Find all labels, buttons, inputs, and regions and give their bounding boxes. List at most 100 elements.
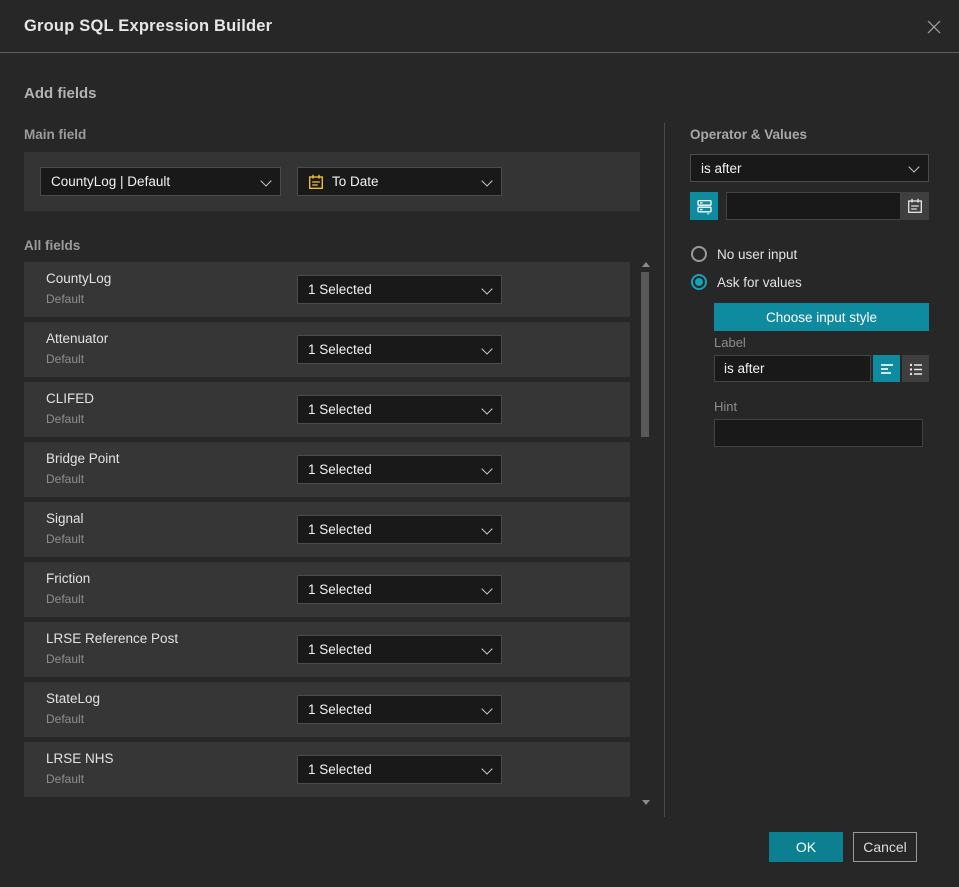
main-field-label: Main field: [24, 127, 87, 142]
field-selected-dropdown-label: 1 Selected: [308, 702, 372, 717]
chevron-down-icon: [481, 582, 493, 595]
chevron-down-icon: [481, 402, 493, 415]
list-value-style-button[interactable]: [902, 355, 929, 382]
operator-dropdown[interactable]: is after: [690, 154, 929, 182]
field-sub: Default: [46, 592, 85, 606]
field-selected-dropdown-label: 1 Selected: [308, 342, 372, 357]
field-sub: Default: [46, 472, 85, 486]
scroll-down-icon[interactable]: [642, 800, 650, 805]
radio-unselected-icon: [691, 246, 707, 262]
cancel-button[interactable]: Cancel: [853, 832, 917, 862]
field-selected-dropdown[interactable]: 1 Selected: [297, 635, 502, 664]
field-row: Attenuator Default 1 Selected: [24, 322, 630, 377]
dialog-header: Group SQL Expression Builder: [0, 0, 959, 53]
chevron-down-icon: [481, 462, 493, 475]
field-sub: Default: [46, 532, 85, 546]
close-icon: [927, 20, 941, 34]
field-selected-dropdown[interactable]: 1 Selected: [297, 395, 502, 424]
main-field-dropdown[interactable]: CountyLog | Default: [40, 167, 281, 196]
radio-selected-icon: [691, 274, 707, 290]
value-type-toggle-button[interactable]: [690, 192, 718, 220]
chevron-down-icon: [481, 522, 493, 535]
field-type-dropdown-value: To Date: [332, 174, 379, 189]
field-selected-dropdown[interactable]: 1 Selected: [297, 455, 502, 484]
group-sql-expression-builder-dialog: Group SQL Expression Builder Add fields …: [0, 0, 959, 887]
field-selected-dropdown[interactable]: 1 Selected: [297, 755, 502, 784]
hint-field-label: Hint: [714, 399, 738, 414]
field-row: Bridge Point Default 1 Selected: [24, 442, 630, 497]
date-picker-button[interactable]: [901, 192, 929, 220]
calendar-icon: [309, 174, 324, 189]
chevron-down-icon: [481, 282, 493, 295]
operator-values-heading: Operator & Values: [690, 127, 808, 142]
hint-input[interactable]: [714, 419, 923, 447]
panel-divider: [664, 123, 665, 817]
cancel-button-label: Cancel: [863, 839, 907, 855]
scroll-up-icon[interactable]: [642, 262, 650, 267]
field-row: LRSE Reference Post Default 1 Selected: [24, 622, 630, 677]
field-row: Friction Default 1 Selected: [24, 562, 630, 617]
field-name: LRSE NHS: [46, 751, 114, 766]
field-row: StateLog Default 1 Selected: [24, 682, 630, 737]
field-selected-dropdown[interactable]: 1 Selected: [297, 275, 502, 304]
chevron-down-icon: [481, 702, 493, 715]
field-selected-dropdown[interactable]: 1 Selected: [297, 575, 502, 604]
radio-no-user-input[interactable]: No user input: [691, 246, 797, 262]
field-selected-dropdown-label: 1 Selected: [308, 762, 372, 777]
chevron-down-icon: [481, 342, 493, 355]
field-selected-dropdown-label: 1 Selected: [308, 402, 372, 417]
bulleted-list-icon: [909, 363, 922, 375]
field-selected-dropdown[interactable]: 1 Selected: [297, 695, 502, 724]
main-field-dropdown-value: CountyLog | Default: [51, 174, 171, 189]
value-input[interactable]: [726, 192, 901, 220]
field-row: Signal Default 1 Selected: [24, 502, 630, 557]
field-selected-dropdown-label: 1 Selected: [308, 522, 372, 537]
field-selected-dropdown-label: 1 Selected: [308, 462, 372, 477]
field-name: Attenuator: [46, 331, 109, 346]
field-name: Signal: [46, 511, 84, 526]
all-fields-label: All fields: [24, 238, 81, 253]
field-name: CLIFED: [46, 391, 95, 406]
dialog-title: Group SQL Expression Builder: [24, 17, 273, 35]
label-field-label: Label: [714, 335, 746, 350]
main-field-panel: CountyLog | Default To Date: [24, 152, 640, 211]
scrollbar-thumb[interactable]: [641, 272, 649, 437]
field-name: Friction: [46, 571, 91, 586]
operator-dropdown-value: is after: [701, 160, 742, 176]
field-sub: Default: [46, 352, 85, 366]
field-row: CountyLog Default 1 Selected: [24, 262, 630, 317]
calendar-icon: [908, 198, 922, 213]
radio-ask-for-values-label: Ask for values: [717, 274, 802, 290]
value-list-stack-icon: [696, 199, 712, 215]
choose-input-style-label: Choose input style: [765, 309, 878, 325]
field-sub: Default: [46, 712, 85, 726]
chevron-down-icon: [260, 174, 272, 187]
field-selected-dropdown-label: 1 Selected: [308, 582, 372, 597]
field-row: CLIFED Default 1 Selected: [24, 382, 630, 437]
radio-ask-for-values[interactable]: Ask for values: [691, 274, 802, 290]
label-input[interactable]: [714, 355, 871, 382]
field-selected-dropdown-label: 1 Selected: [308, 282, 372, 297]
field-selected-dropdown[interactable]: 1 Selected: [297, 335, 502, 364]
field-sub: Default: [46, 292, 85, 306]
field-sub: Default: [46, 412, 85, 426]
chevron-down-icon: [481, 642, 493, 655]
choose-input-style-button[interactable]: Choose input style: [714, 303, 929, 331]
align-left-lines-icon: [880, 363, 893, 374]
chevron-down-icon: [908, 161, 920, 173]
ok-button[interactable]: OK: [769, 832, 843, 862]
field-sub: Default: [46, 652, 85, 666]
ok-button-label: OK: [795, 839, 817, 855]
single-value-style-button[interactable]: [873, 355, 900, 382]
radio-no-user-input-label: No user input: [717, 246, 798, 262]
field-row: LRSE NHS Default 1 Selected: [24, 742, 630, 797]
add-fields-heading: Add fields: [24, 85, 97, 102]
field-name: Bridge Point: [46, 451, 120, 466]
field-selected-dropdown[interactable]: 1 Selected: [297, 515, 502, 544]
chevron-down-icon: [481, 762, 493, 775]
list-scrollbar[interactable]: [639, 260, 651, 807]
field-name: StateLog: [46, 691, 101, 706]
chevron-down-icon: [481, 174, 493, 187]
field-type-dropdown[interactable]: To Date: [297, 167, 502, 196]
close-button[interactable]: [923, 16, 945, 38]
